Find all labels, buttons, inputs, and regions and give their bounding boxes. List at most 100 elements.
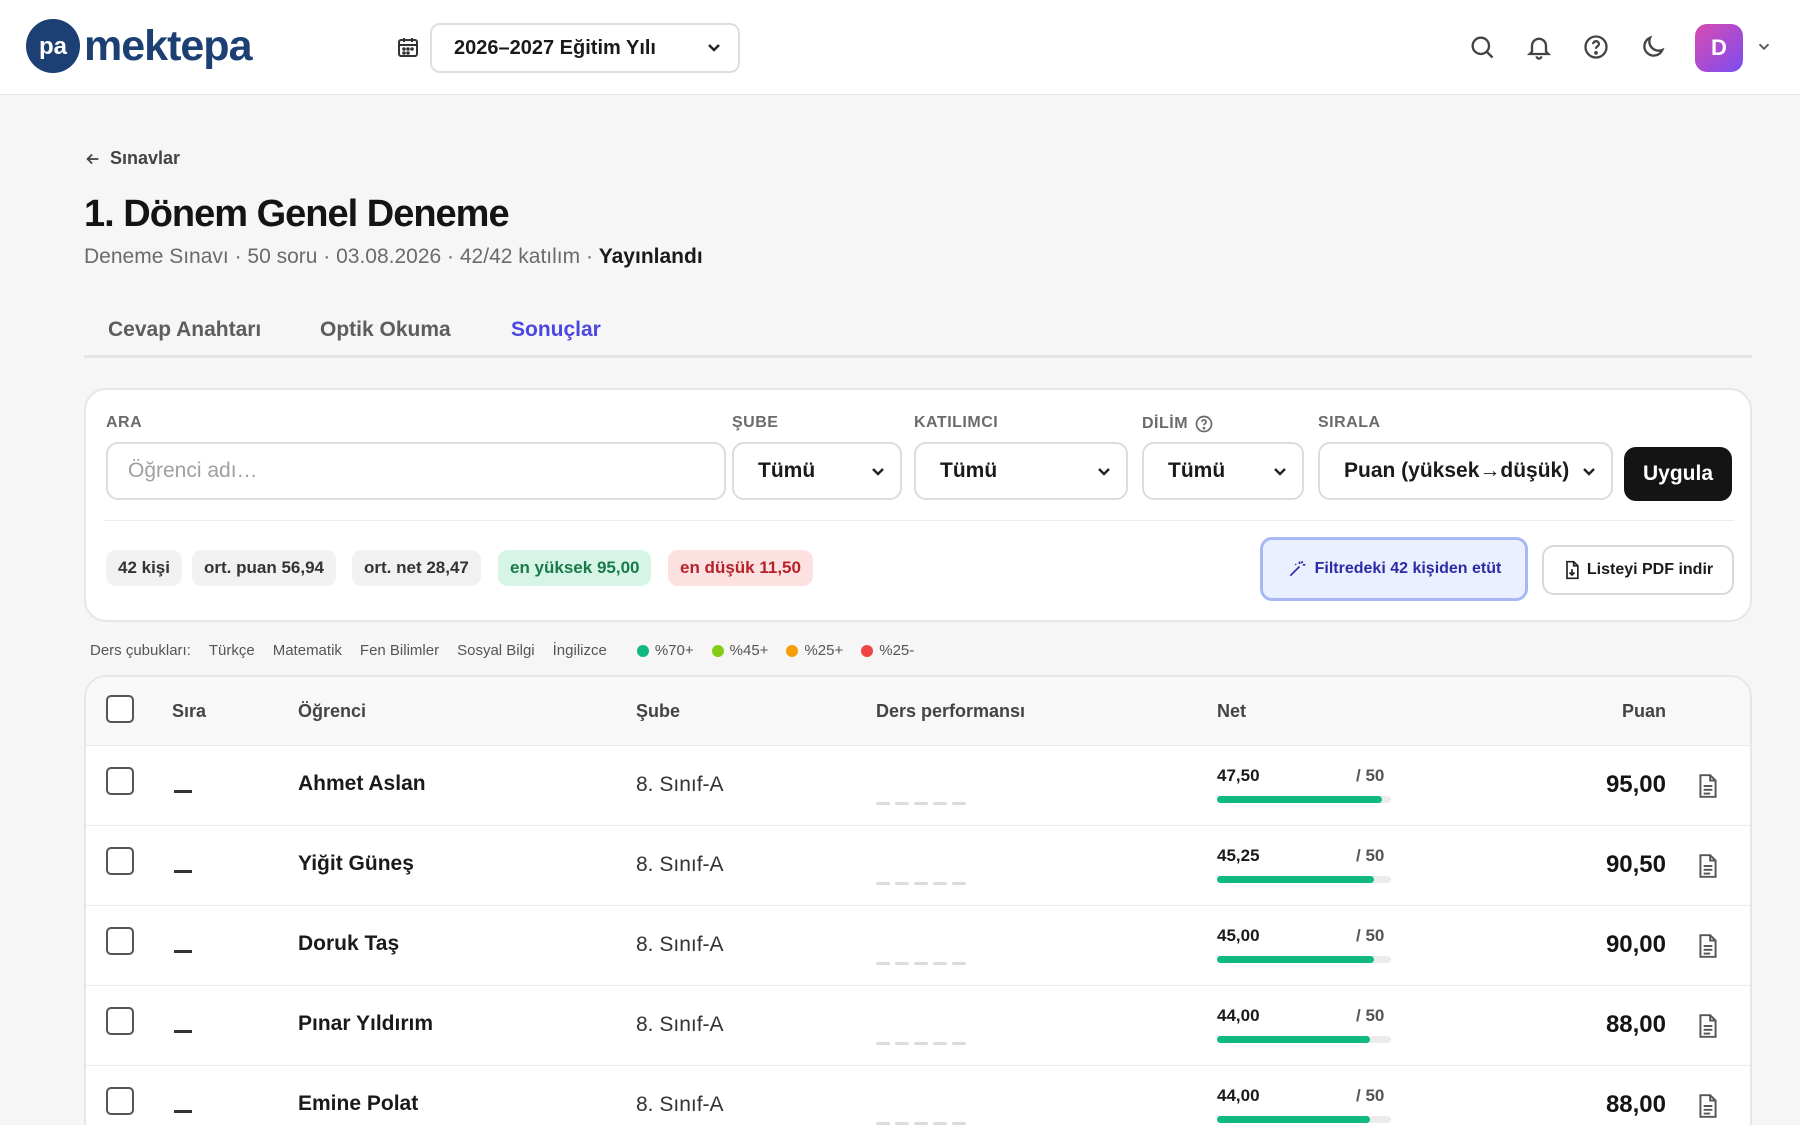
logo[interactable]: pa mektepa bbox=[26, 19, 252, 73]
row-checkbox[interactable] bbox=[106, 927, 134, 955]
page-title: 1. Dönem Genel Deneme bbox=[84, 193, 510, 235]
divider bbox=[104, 520, 1734, 521]
subject-bar bbox=[952, 962, 966, 965]
net-value: 45,25 bbox=[1217, 846, 1260, 865]
back-link-label: Sınavlar bbox=[110, 148, 181, 168]
student-name[interactable]: Emine Polat bbox=[298, 1092, 418, 1116]
student-name[interactable]: Ahmet Aslan bbox=[298, 772, 426, 796]
subject-bar bbox=[914, 1042, 928, 1045]
download-pdf-button[interactable]: Listeyi PDF indir bbox=[1542, 545, 1734, 595]
subject-bar bbox=[933, 802, 947, 805]
moon-icon[interactable] bbox=[1639, 33, 1667, 61]
table-row[interactable]: — Ahmet Aslan 8. Sınıf-A 47,50 / 50 95,00 bbox=[86, 746, 1750, 826]
subject-bar bbox=[876, 962, 890, 965]
row-checkbox[interactable] bbox=[106, 1007, 134, 1035]
score-value: 88,00 bbox=[1605, 1011, 1666, 1038]
student-class: 8. Sınıf-A bbox=[636, 1093, 724, 1116]
table-row[interactable]: — Doruk Taş 8. Sınıf-A 45,00 / 50 90,00 bbox=[86, 906, 1750, 986]
academic-year-select[interactable]: 2026–2027 Eğitim Yılı bbox=[430, 23, 740, 73]
column-header-student[interactable]: Öğrenci bbox=[298, 701, 366, 722]
score-value: 90,50 bbox=[1605, 851, 1666, 878]
apply-button[interactable]: Uygula bbox=[1624, 447, 1732, 501]
study-group-label: Filtredeki 42 kişiden etüt bbox=[1314, 560, 1502, 577]
student-name[interactable]: Yiğit Güneş bbox=[298, 852, 414, 876]
document-icon[interactable] bbox=[1697, 1093, 1719, 1119]
help-icon[interactable] bbox=[1194, 414, 1214, 434]
subject-bar bbox=[952, 882, 966, 885]
document-icon[interactable] bbox=[1697, 773, 1719, 799]
student-name[interactable]: Pınar Yıldırım bbox=[298, 1012, 433, 1036]
arrow-left-icon bbox=[86, 153, 99, 164]
rank-dash: — bbox=[174, 950, 192, 953]
tab-answer-key[interactable]: Cevap Anahtarı bbox=[108, 318, 261, 342]
search-icon[interactable] bbox=[1468, 33, 1496, 61]
column-header-score[interactable]: Puan bbox=[1536, 701, 1666, 722]
subject-bar bbox=[895, 962, 909, 965]
legend-subject: İngilizce bbox=[552, 642, 607, 659]
avg-net-badge: ort. net 28,47 bbox=[352, 550, 481, 586]
column-header-net[interactable]: Net bbox=[1217, 701, 1246, 722]
tab-optical-reading[interactable]: Optik Okuma bbox=[320, 318, 451, 342]
academic-year-value: 2026–2027 Eğitim Yılı bbox=[454, 36, 656, 59]
back-link[interactable]: Sınavlar bbox=[84, 148, 180, 169]
exam-meta: Deneme Sınavı · 50 soru · 03.08.2026 · 4… bbox=[84, 245, 703, 269]
sube-value: Tümü bbox=[758, 459, 816, 482]
sort-value: Puan (yüksek→düşük) bbox=[1344, 459, 1570, 482]
status-text: Yayınlandı bbox=[598, 245, 703, 268]
legend-subject: Fen Bilimler bbox=[359, 642, 440, 659]
search-input[interactable]: Öğrenci adı… bbox=[106, 442, 726, 500]
row-checkbox[interactable] bbox=[106, 1087, 134, 1115]
sort-label: SIRALA bbox=[1318, 414, 1381, 431]
score-value: 88,00 bbox=[1605, 1091, 1666, 1118]
sube-label: ŞUBE bbox=[732, 414, 779, 431]
legend-dot bbox=[786, 644, 799, 657]
net-progress-track bbox=[1217, 876, 1391, 883]
column-header-class[interactable]: Şube bbox=[636, 701, 680, 722]
help-icon[interactable] bbox=[1582, 33, 1610, 61]
student-class: 8. Sınıf-A bbox=[636, 933, 724, 956]
chevron-down-icon[interactable] bbox=[1755, 38, 1773, 56]
document-icon[interactable] bbox=[1697, 1013, 1719, 1039]
magic-wand-icon bbox=[1289, 560, 1305, 577]
table-row[interactable]: — Yiğit Güneş 8. Sınıf-A 45,25 / 50 90,50 bbox=[86, 826, 1750, 906]
katilimci-select[interactable]: Tümü bbox=[914, 442, 1128, 500]
performance-bars bbox=[876, 882, 966, 885]
sube-select[interactable]: Tümü bbox=[732, 442, 902, 500]
row-checkbox[interactable] bbox=[106, 767, 134, 795]
subject-bar bbox=[952, 1042, 966, 1045]
subject-bar bbox=[876, 802, 890, 805]
sort-select[interactable]: Puan (yüksek→düşük) bbox=[1318, 442, 1613, 500]
avatar[interactable]: D bbox=[1695, 24, 1743, 72]
row-checkbox[interactable] bbox=[106, 847, 134, 875]
chevron-down-icon bbox=[872, 468, 884, 476]
document-icon[interactable] bbox=[1697, 853, 1719, 879]
column-header-rank[interactable]: Sıra bbox=[172, 701, 206, 722]
chevron-down-icon bbox=[1098, 468, 1110, 476]
net-progress-fill bbox=[1217, 876, 1375, 883]
subject-bar bbox=[933, 962, 947, 965]
document-icon[interactable] bbox=[1697, 933, 1719, 959]
net-value: 47,50 bbox=[1217, 766, 1260, 785]
net-progress-track bbox=[1217, 796, 1391, 803]
rank-dash: — bbox=[174, 1110, 192, 1113]
legend-band: %70+ bbox=[636, 642, 694, 659]
net-max: / 50 bbox=[1356, 846, 1385, 865]
tab-bar: Cevap Anahtarı Optik Okuma Sonuçlar bbox=[84, 310, 1752, 358]
student-name[interactable]: Doruk Taş bbox=[298, 932, 399, 956]
logo-text: mektepa bbox=[84, 22, 252, 70]
score-value: 90,00 bbox=[1605, 931, 1666, 958]
table-row[interactable]: — Pınar Yıldırım 8. Sınıf-A 44,00 / 50 88,00 bbox=[86, 986, 1750, 1066]
dilim-select[interactable]: Tümü bbox=[1142, 442, 1304, 500]
bell-icon[interactable] bbox=[1525, 33, 1553, 61]
table-row[interactable]: — Emine Polat 8. Sınıf-A 44,00 / 50 88,00 bbox=[86, 1066, 1750, 1125]
subject-bar bbox=[914, 882, 928, 885]
select-all-checkbox[interactable] bbox=[106, 695, 134, 723]
tab-results[interactable]: Sonuçlar bbox=[511, 318, 601, 342]
net-progress-fill bbox=[1217, 956, 1374, 963]
legend-band: %25+ bbox=[786, 642, 843, 659]
study-group-button[interactable]: Filtredeki 42 kişiden etüt bbox=[1260, 537, 1528, 601]
chevron-down-icon bbox=[708, 44, 720, 52]
katilimci-label: KATILIMCI bbox=[914, 414, 999, 431]
rank-dash: — bbox=[174, 1030, 192, 1033]
filter-panel: ARA Öğrenci adı… ŞUBE Tümü KATILIMCI Tüm… bbox=[84, 388, 1752, 622]
